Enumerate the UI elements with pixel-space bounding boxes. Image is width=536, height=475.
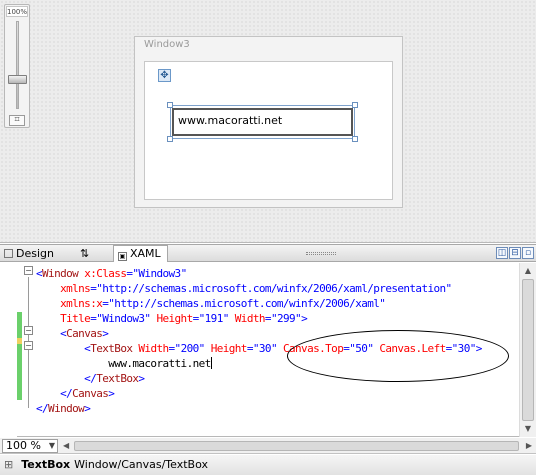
change-indicator (17, 312, 22, 338)
code-token: > (301, 312, 308, 325)
code-token: "30" (252, 342, 278, 355)
horizontal-split-icon[interactable]: ⊟ (509, 247, 521, 259)
code-line[interactable]: Title="Window3" Height="191" Width="299"… (36, 311, 308, 326)
code-token: < (36, 327, 67, 340)
scroll-down-icon[interactable]: ▼ (523, 424, 533, 434)
collapse-canvas-icon[interactable]: − (24, 326, 33, 335)
code-token: Canvas (66, 327, 103, 340)
xaml-editor[interactable]: − − − <Window x:Class="Window3" xmlns="h… (0, 263, 536, 437)
window-preview[interactable]: Window3 ✥ www.macoratti.net (134, 36, 403, 208)
code-token: TextBox (96, 372, 139, 385)
zoom-value: 100 % (6, 439, 41, 452)
vertical-scrollbar[interactable]: ▲ ▼ (519, 263, 536, 437)
vertical-scroll-thumb[interactable] (522, 279, 534, 421)
code-token: xmlns (36, 282, 91, 295)
zoom-fit-icon[interactable]: ⌗ (9, 115, 25, 126)
scroll-right-icon[interactable]: ▶ (526, 440, 532, 452)
code-token: www.macoratti.net (36, 357, 211, 370)
annotation-ellipse (287, 330, 509, 382)
vertical-split-icon[interactable]: ◫ (496, 247, 508, 259)
move-handle-icon[interactable]: ✥ (158, 69, 171, 82)
collapse-window-icon[interactable]: − (24, 266, 33, 275)
zoom-slider-thumb[interactable] (8, 75, 27, 84)
code-token: "Window3" (96, 312, 151, 325)
resize-grip-bottom-left[interactable] (167, 136, 173, 142)
design-surface[interactable]: 100% ⌗ Window3 ✥ www.macoratti.net (0, 0, 536, 243)
splitter-grip[interactable] (306, 252, 336, 255)
code-line[interactable]: www.macoratti.net (36, 356, 212, 371)
window-client-area[interactable]: ✥ www.macoratti.net (144, 61, 393, 200)
textbox-preview[interactable]: www.macoratti.net (172, 108, 353, 136)
code-token: Window (42, 267, 79, 280)
view-tab-bar: Design ⇅ ▣ XAML ◫ ⊟ ▫ (0, 244, 536, 262)
change-indicator (17, 344, 22, 400)
collapse-pane-icon[interactable]: ▫ (522, 247, 534, 259)
code-token: Canvas (72, 387, 109, 400)
code-token: xmlns:x (36, 297, 103, 310)
xaml-file-icon: ▣ (118, 252, 127, 261)
window-preview-title: Window3 (144, 39, 190, 50)
code-token: Width (132, 342, 169, 355)
code-token: > (108, 387, 115, 400)
collapse-textbox-icon[interactable]: − (24, 341, 33, 350)
code-token: "Window3" (132, 267, 187, 280)
chevron-down-icon[interactable]: ▼ (49, 440, 55, 452)
code-token: x:Class (78, 267, 127, 280)
tab-design[interactable]: Design (4, 246, 54, 261)
code-line[interactable]: <Canvas> (36, 326, 109, 341)
scroll-up-icon[interactable]: ▲ (523, 266, 533, 276)
tab-xaml-label: XAML (130, 247, 161, 260)
code-line[interactable]: xmlns="http://schemas.microsoft.com/winf… (36, 281, 452, 296)
text-caret (210, 357, 212, 369)
code-line[interactable]: <Window x:Class="Window3" (36, 266, 187, 281)
breadcrumb-current[interactable]: TextBox (21, 458, 70, 471)
code-token: Window (48, 402, 85, 415)
code-token: "http://schemas.microsoft.com/winfx/2006… (96, 282, 452, 295)
code-token: > (138, 372, 145, 385)
horizontal-scroll-thumb[interactable] (74, 441, 519, 451)
code-line[interactable]: </Canvas> (36, 386, 115, 401)
code-token: Height (204, 342, 248, 355)
code-token: > (102, 327, 109, 340)
code-token: "200" (174, 342, 206, 355)
design-view-icon (4, 249, 13, 258)
code-token: < (36, 342, 91, 355)
zoom-dropdown[interactable]: 100 % ▼ (2, 439, 58, 453)
code-token: </ (36, 402, 49, 415)
zoom-slider-value: 100% (6, 6, 28, 17)
status-bar: ⊞ TextBox Window/Canvas/TextBox (0, 455, 536, 475)
tab-design-label: Design (16, 247, 54, 260)
code-line[interactable]: </TextBox> (36, 371, 145, 386)
breadcrumb-path: Window/Canvas/TextBox (74, 458, 208, 471)
document-outline-icon[interactable]: ⊞ (4, 458, 13, 471)
code-token: Height (150, 312, 193, 325)
code-token: "299" (270, 312, 302, 325)
code-token: Width (228, 312, 266, 325)
zoom-slider-track[interactable] (16, 21, 19, 109)
code-line[interactable]: xmlns:x="http://schemas.microsoft.com/wi… (36, 296, 386, 311)
swap-panes-icon[interactable]: ⇅ (80, 246, 89, 261)
scroll-left-icon[interactable]: ◀ (63, 440, 69, 452)
editor-bottom-bar: 100 % ▼ ◀ ▶ (0, 438, 536, 454)
editor-gutter (0, 263, 17, 437)
code-token: </ (36, 387, 73, 400)
code-line[interactable]: </Window> (36, 401, 91, 416)
resize-grip-bottom-right[interactable] (352, 136, 358, 142)
code-token: </ (36, 372, 97, 385)
code-token: "191" (198, 312, 230, 325)
tab-xaml[interactable]: ▣ XAML (113, 245, 168, 262)
code-token: TextBox (90, 342, 133, 355)
horizontal-scrollbar[interactable]: ◀ ▶ (62, 440, 532, 452)
code-token: > (84, 402, 91, 415)
code-token: "http://schemas.microsoft.com/winfx/2006… (108, 297, 386, 310)
zoom-slider[interactable]: 100% ⌗ (4, 4, 30, 128)
code-token: Title (36, 312, 91, 325)
